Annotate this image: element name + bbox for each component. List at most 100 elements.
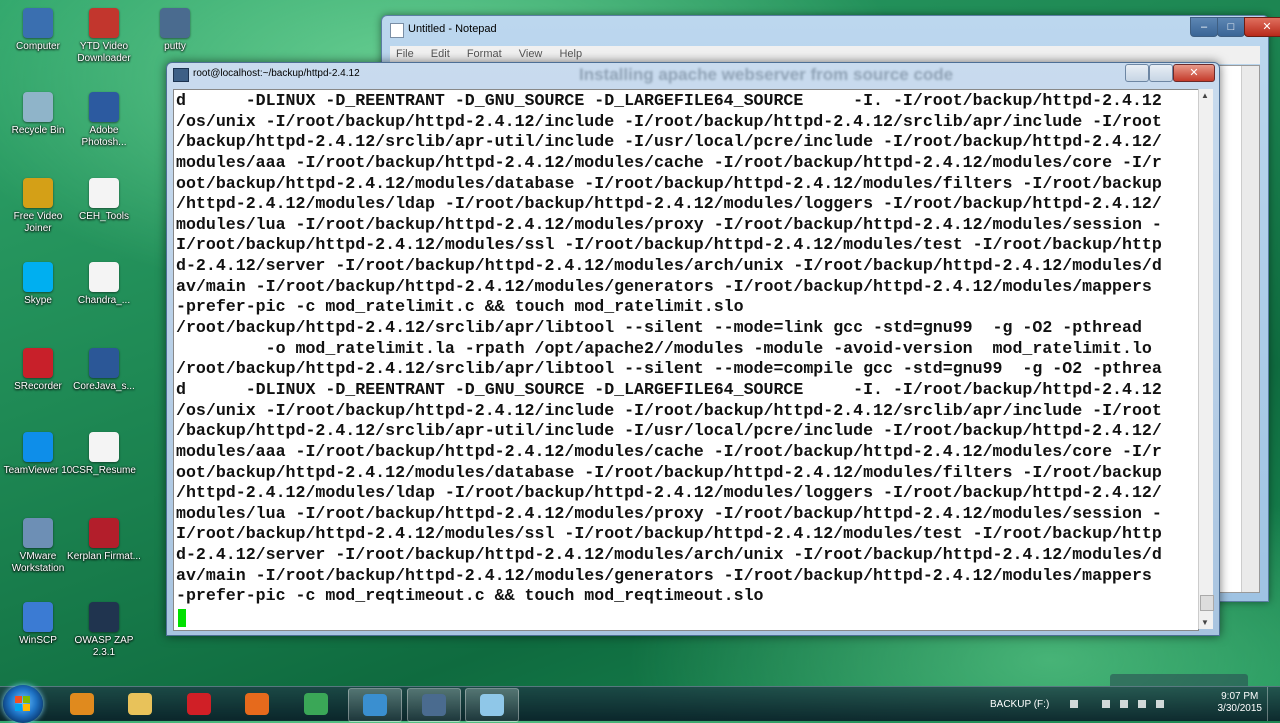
document-icon [89,432,119,462]
video-joiner-icon [23,178,53,208]
desktop-icon-label: WinSCP [19,635,57,646]
terminal-line: /backup/httpd-2.4.12/srclib/apr-util/inc… [176,421,1162,441]
terminal-close-button[interactable]: ✕ [1173,64,1215,82]
desktop-icon[interactable]: VMware Workstation [0,518,76,575]
terminal-line: /root/backup/httpd-2.4.12/srclib/apr/lib… [176,359,1162,379]
action-center-icon[interactable] [1102,700,1110,708]
chrome-icon [304,693,328,715]
terminal-line: d -DLINUX -D_REENTRANT -D_GNU_SOURCE -D_… [176,91,1162,110]
taskbar-button[interactable] [173,688,225,720]
terminal-window[interactable]: root@localhost:~/backup/httpd-2.4.12 Ins… [166,62,1220,636]
terminal-line: I/root/backup/httpd-2.4.12/modules/ssl -… [176,524,1162,544]
clock-date: 3/30/2015 [1217,703,1263,714]
putty-icon [173,68,189,82]
desktop-icon-label: OWASP ZAP 2.3.1 [74,635,134,658]
drive-label[interactable]: BACKUP (F:) [990,699,1049,710]
taskbar-button[interactable] [465,688,519,722]
camtasia-icon [363,694,387,716]
terminal-line: -prefer-pic -c mod_reqtimeout.c && touch… [176,586,764,606]
show-hidden-icons-icon[interactable] [1070,700,1078,708]
photoshop-icon [89,92,119,122]
minimize-button[interactable]: – [1190,17,1218,37]
terminal-line: /root/backup/httpd-2.4.12/srclib/apr/lib… [176,318,1142,338]
putty-icon [422,694,446,716]
desktop-icon-label: Kerplan Firmat... [67,551,141,562]
terminal-line: d-2.4.12/server -I/root/backup/httpd-2.4… [176,256,1162,276]
taskbar-button[interactable] [290,688,342,720]
desktop-icon-label: SRecorder [14,381,62,392]
desktop-icon[interactable]: OWASP ZAP 2.3.1 [66,602,142,659]
video-caption-overlay: Installing apache webserver from source … [579,65,954,84]
close-button[interactable]: ✕ [1244,17,1280,37]
desktop-icon[interactable]: putty [137,8,213,53]
terminal-line: /httpd-2.4.12/modules/ldap -I/root/backu… [176,483,1162,503]
terminal-line: -prefer-pic -c mod_ratelimit.c && touch … [176,297,744,317]
notepad-icon [390,23,404,38]
desktop-icon-label: Skype [24,295,52,306]
desktop-icon[interactable]: Computer [0,8,76,53]
desktop-icon-label: TeamViewer 10 [3,465,73,476]
menu-view[interactable]: View [519,48,543,60]
teamviewer-icon [23,432,53,462]
srecorder-icon [23,348,53,378]
language-icon[interactable] [1156,700,1164,708]
document-icon [89,262,119,292]
scroll-up-icon[interactable]: ▲ [1201,91,1209,100]
desktop-icon[interactable]: Free Video Joiner [0,178,76,235]
tray-popup-strip [1110,674,1248,686]
desktop-icon[interactable]: Kerplan Firmat... [66,518,142,563]
desktop-icon[interactable]: SRecorder [0,348,76,393]
desktop-icon[interactable]: Skype [0,262,76,307]
desktop-icon-label: CoreJava_s... [73,381,135,392]
notepad-icon [480,694,504,716]
menu-file[interactable]: File [396,48,414,60]
show-desktop-button[interactable] [1267,687,1280,721]
taskbar-button[interactable] [231,688,283,720]
desktop-icon[interactable]: WinSCP [0,602,76,647]
terminal-cursor [178,609,186,627]
terminal-maximize-button[interactable] [1149,64,1173,82]
firefox-icon [245,693,269,715]
menu-edit[interactable]: Edit [431,48,450,60]
terminal-line: d-2.4.12/server -I/root/backup/httpd-2.4… [176,545,1162,565]
maximize-button[interactable]: □ [1217,17,1245,37]
desktop-icon[interactable]: YTD Video Downloader [66,8,142,65]
network-icon[interactable] [1120,700,1128,708]
desktop-icon-label: YTD Video Downloader [77,41,131,64]
terminal-line: d -DLINUX -D_REENTRANT -D_GNU_SOURCE -D_… [176,379,1162,399]
terminal-output[interactable]: d -DLINUX -D_REENTRANT -D_GNU_SOURCE -D_… [173,89,1199,631]
notepad-title: Untitled - Notepad [408,23,497,35]
terminal-lines: d -DLINUX -D_REENTRANT -D_GNU_SOURCE -D_… [176,91,1162,607]
menu-help[interactable]: Help [559,48,582,60]
terminal-line: oot/backup/httpd-2.4.12/modules/database… [176,462,1162,482]
notepad-scrollbar[interactable] [1241,66,1259,592]
taskbar-button[interactable] [407,688,461,722]
clock[interactable]: 9:07 PM 3/30/2015 [1218,691,1263,715]
desktop-icon-label: Chandra_... [77,295,131,306]
terminal-line: av/main -I/root/backup/httpd-2.4.12/modu… [176,565,1152,585]
zap-icon [89,602,119,632]
terminal-minimize-button[interactable] [1125,64,1149,82]
terminal-scrollbar[interactable]: ▲ ▼ [1198,89,1214,629]
taskbar-button[interactable] [348,688,402,722]
terminal-line: /os/unix -I/root/backup/httpd-2.4.12/inc… [176,400,1162,420]
desktop-icon[interactable]: CSR_Resume [66,432,142,477]
desktop-icon[interactable]: CEH_Tools [66,178,142,223]
scroll-down-icon[interactable]: ▼ [1201,618,1209,627]
volume-icon[interactable] [1138,700,1146,708]
menu-format[interactable]: Format [467,48,502,60]
desktop-icon[interactable]: Adobe Photosh... [66,92,142,149]
terminal-line: oot/backup/httpd-2.4.12/modules/database… [176,173,1162,193]
terminal-title: root@localhost:~/backup/httpd-2.4.12 [193,68,360,79]
desktop-icon-label: Free Video Joiner [13,211,63,234]
taskbar-button[interactable] [114,688,166,720]
media-player-icon [70,693,94,715]
taskbar-button[interactable] [56,688,108,720]
desktop-icon[interactable]: Chandra_... [66,262,142,307]
document-icon [89,178,119,208]
desktop-icon[interactable]: Recycle Bin [0,92,76,137]
desktop-icon[interactable]: CoreJava_s... [66,348,142,393]
scrollbar-thumb[interactable] [1200,595,1214,611]
desktop-icon[interactable]: TeamViewer 10 [0,432,76,477]
start-button[interactable] [3,685,43,723]
